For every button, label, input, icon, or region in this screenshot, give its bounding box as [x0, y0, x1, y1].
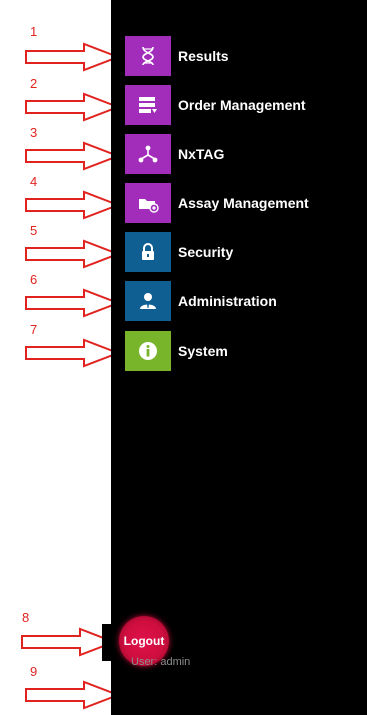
- annotation-arrow-9: [25, 680, 121, 710]
- security-tile: [125, 232, 171, 272]
- order-management-tile: [125, 85, 171, 125]
- annotation-number-7: 7: [30, 322, 38, 337]
- annotation-arrow-3: [25, 141, 121, 171]
- sidebar-item-system[interactable]: System: [125, 331, 355, 371]
- sidebar-item-label: Administration: [178, 293, 277, 309]
- sidebar-item-administration[interactable]: Administration: [125, 281, 355, 321]
- assay-box-icon: [139, 199, 159, 213]
- sidebar: Results Order Management NxTAG Assay Man…: [111, 0, 367, 715]
- info-icon: [139, 342, 157, 360]
- annotation-number-8: 8: [22, 610, 30, 625]
- annotation-number-9: 9: [30, 664, 38, 679]
- sidebar-item-label: Order Management: [178, 97, 306, 113]
- sidebar-item-results[interactable]: Results: [125, 36, 355, 76]
- annotation-number-2: 2: [30, 76, 38, 91]
- annotation-number-1: 1: [30, 24, 38, 39]
- administration-tile: [125, 281, 171, 321]
- annotation-arrow-2: [25, 92, 121, 122]
- annotation-arrow-1: [25, 42, 121, 72]
- sidebar-item-security[interactable]: Security: [125, 232, 355, 272]
- nxtag-tile: [125, 134, 171, 174]
- system-tile: [125, 331, 171, 371]
- annotation-number-3: 3: [30, 125, 38, 140]
- annotation-arrow-7: [25, 338, 121, 368]
- sidebar-item-label: Security: [178, 244, 234, 260]
- annotation-number-5: 5: [30, 223, 38, 238]
- annotation-number-6: 6: [30, 272, 38, 287]
- molecule-icon: [138, 145, 158, 163]
- lock-icon: [142, 243, 154, 260]
- dna-icon: [142, 46, 154, 66]
- admin-user-icon: [140, 293, 156, 309]
- order-list-icon: [139, 97, 157, 113]
- sidebar-item-nxtag[interactable]: NxTAG: [125, 134, 355, 174]
- annotation-arrow-5: [25, 239, 121, 269]
- sidebar-item-label: Results: [178, 48, 229, 64]
- sidebar-item-label: NxTAG: [178, 146, 225, 162]
- annotation-arrow-4: [25, 190, 121, 220]
- sidebar-item-assay-management[interactable]: Assay Management: [125, 183, 355, 223]
- assay-management-tile: [125, 183, 171, 223]
- current-user-label: User: admin: [131, 656, 191, 668]
- annotation-arrow-6: [25, 288, 121, 318]
- annotation-number-4: 4: [30, 174, 38, 189]
- sidebar-item-order-management[interactable]: Order Management: [125, 85, 355, 125]
- sidebar-item-label: Assay Management: [178, 195, 309, 211]
- results-tile: [125, 36, 171, 76]
- sidebar-item-label: System: [178, 343, 228, 359]
